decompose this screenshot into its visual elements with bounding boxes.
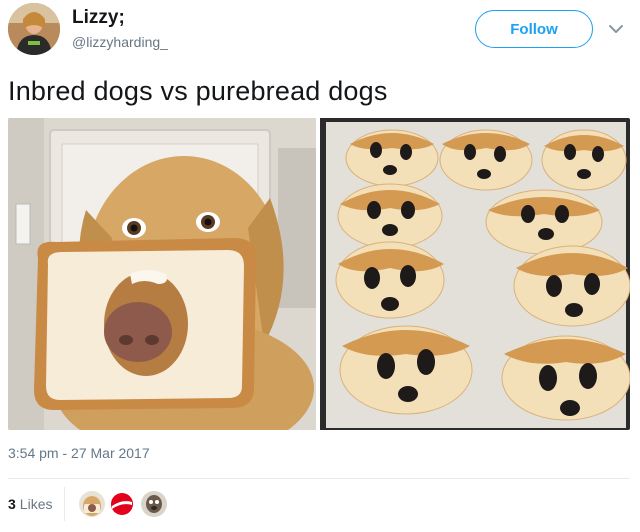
tweet-media xyxy=(8,118,630,430)
author-avatar[interactable] xyxy=(8,3,60,55)
likes-label: Likes xyxy=(19,496,53,512)
dog-with-bread-photo[interactable] xyxy=(8,118,316,430)
liker-avatar[interactable] xyxy=(79,491,105,517)
follow-button[interactable]: Follow xyxy=(475,10,593,48)
dog-bread-rolls-photo[interactable] xyxy=(320,118,630,430)
tweet-header: Lizzy; @lizzyharding_ Follow xyxy=(0,0,640,62)
likes-summary[interactable]: 3 Likes xyxy=(8,496,52,512)
likes-count: 3 xyxy=(8,496,16,512)
chevron-down-icon[interactable] xyxy=(604,17,628,41)
tweet-text: Inbred dogs vs purebread dogs xyxy=(8,76,388,106)
author-display-name[interactable]: Lizzy; xyxy=(72,7,168,29)
author-names: Lizzy; @lizzyharding_ xyxy=(72,7,168,53)
likes-separator xyxy=(64,487,65,521)
author-handle[interactable]: @lizzyharding_ xyxy=(72,31,168,53)
divider xyxy=(8,478,630,479)
tweet-timestamp[interactable]: 3:54 pm - 27 Mar 2017 xyxy=(8,445,150,461)
liker-avatar[interactable] xyxy=(109,491,135,517)
liker-avatar[interactable] xyxy=(141,491,167,517)
